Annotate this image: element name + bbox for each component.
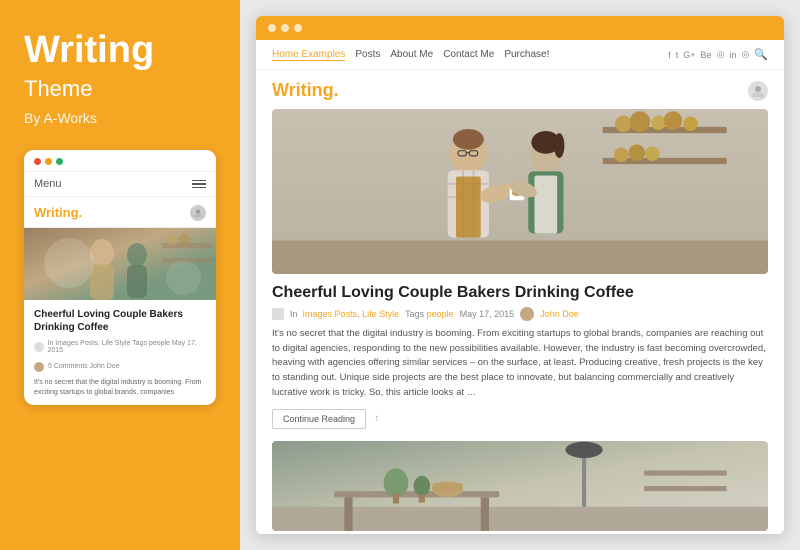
- mobile-meta-icon: [34, 342, 44, 352]
- mobile-post-meta: In Images Posts, Life Style Tags people …: [24, 338, 216, 360]
- rss-icon[interactable]: ◎: [741, 49, 749, 60]
- right-panel: Home Examples Posts About Me Contact Me …: [240, 0, 800, 550]
- mobile-menu-label: Menu: [34, 178, 62, 190]
- title-text: Writing: [24, 30, 216, 72]
- nav-home[interactable]: Home Examples: [272, 49, 345, 61]
- mobile-author-text: 5 Comments John Doe: [48, 363, 120, 370]
- post-date: May 17, 2015: [460, 309, 515, 319]
- dot-red: [34, 158, 41, 165]
- browser-dot-yellow: [281, 24, 289, 32]
- theme-title: Writing Theme By A-Works: [24, 30, 216, 126]
- post-category-link-images[interactable]: Images Posts: [303, 309, 358, 319]
- googleplus-icon[interactable]: G+: [683, 50, 695, 60]
- nav-contact[interactable]: Contact Me: [443, 49, 494, 61]
- site-logo: Writing.: [272, 80, 339, 101]
- site-header: Writing.: [256, 70, 784, 109]
- post-category-icon: [272, 308, 284, 320]
- mobile-comment-icon: [34, 362, 44, 372]
- mobile-meta-text: In Images Posts, Life Style Tags people …: [48, 340, 207, 354]
- site-main: Cheerful Loving Couple Bakers Drinking C…: [256, 109, 784, 534]
- site-navigation: Home Examples Posts About Me Contact Me …: [256, 40, 784, 70]
- mobile-writing-header: Writing.: [24, 197, 216, 228]
- mobile-post-title: Cheerful Loving Couple Bakers Drinking C…: [24, 300, 216, 338]
- post-excerpt: It's no secret that the digital industry…: [272, 327, 768, 401]
- browser-dot-green: [294, 24, 302, 32]
- browser-content: Home Examples Posts About Me Contact Me …: [256, 40, 784, 534]
- author-avatar: [520, 307, 534, 321]
- mobile-logo: Writing.: [34, 205, 82, 220]
- second-post-image: [272, 441, 768, 531]
- mobile-hero-image: [24, 228, 216, 300]
- instagram-icon[interactable]: ◎: [717, 49, 725, 60]
- post-tags: Tags people: [405, 309, 454, 319]
- linkedin-icon[interactable]: in: [729, 50, 736, 60]
- mobile-preview-card: Menu Writing.: [24, 150, 216, 406]
- left-panel: Writing Theme By A-Works Menu Writing.: [0, 0, 240, 550]
- mobile-user-icon[interactable]: [190, 205, 206, 221]
- search-icon[interactable]: 🔍: [754, 48, 768, 61]
- facebook-icon[interactable]: f: [668, 50, 671, 60]
- continue-reading-button[interactable]: Continue Reading: [272, 409, 366, 429]
- dot-green: [56, 158, 63, 165]
- browser-dot-red: [268, 24, 276, 32]
- dot-yellow: [45, 158, 52, 165]
- share-button[interactable]: ↑: [374, 413, 379, 424]
- nav-social-icons: f t G+ Be ◎ in ◎ 🔍: [668, 48, 768, 61]
- browser-chrome: [256, 16, 784, 40]
- user-icon[interactable]: [748, 81, 768, 101]
- post-meta-row: In Images Posts, Life Style Tags people …: [272, 307, 768, 321]
- post-category-link-life[interactable]: Life Style: [362, 309, 399, 319]
- post-category: In Images Posts, Life Style: [290, 309, 399, 319]
- nav-purchase[interactable]: Purchase!: [504, 49, 549, 61]
- behance-icon[interactable]: Be: [701, 50, 712, 60]
- nav-links: Home Examples Posts About Me Contact Me …: [272, 49, 549, 61]
- hamburger-icon[interactable]: [192, 180, 206, 189]
- post-tag-people[interactable]: people: [427, 309, 454, 319]
- nav-posts[interactable]: Posts: [355, 49, 380, 61]
- post-actions: Continue Reading ↑: [272, 409, 768, 429]
- featured-post: Cheerful Loving Couple Bakers Drinking C…: [272, 109, 768, 429]
- mobile-post-author: 5 Comments John Doe: [24, 360, 216, 378]
- mobile-menu-bar: Menu: [24, 172, 216, 197]
- twitter-icon[interactable]: t: [676, 50, 679, 60]
- by-text: By A-Works: [24, 110, 216, 126]
- mobile-top-bar: [24, 150, 216, 172]
- featured-post-title: Cheerful Loving Couple Bakers Drinking C…: [272, 284, 768, 302]
- subtitle-text: Theme: [24, 76, 216, 102]
- post-author-link[interactable]: John Doe: [540, 309, 579, 319]
- mobile-excerpt: It's no secret that the digital industry…: [24, 378, 216, 406]
- nav-about[interactable]: About Me: [390, 49, 433, 61]
- featured-post-image: [272, 109, 768, 274]
- browser-window: Home Examples Posts About Me Contact Me …: [256, 16, 784, 534]
